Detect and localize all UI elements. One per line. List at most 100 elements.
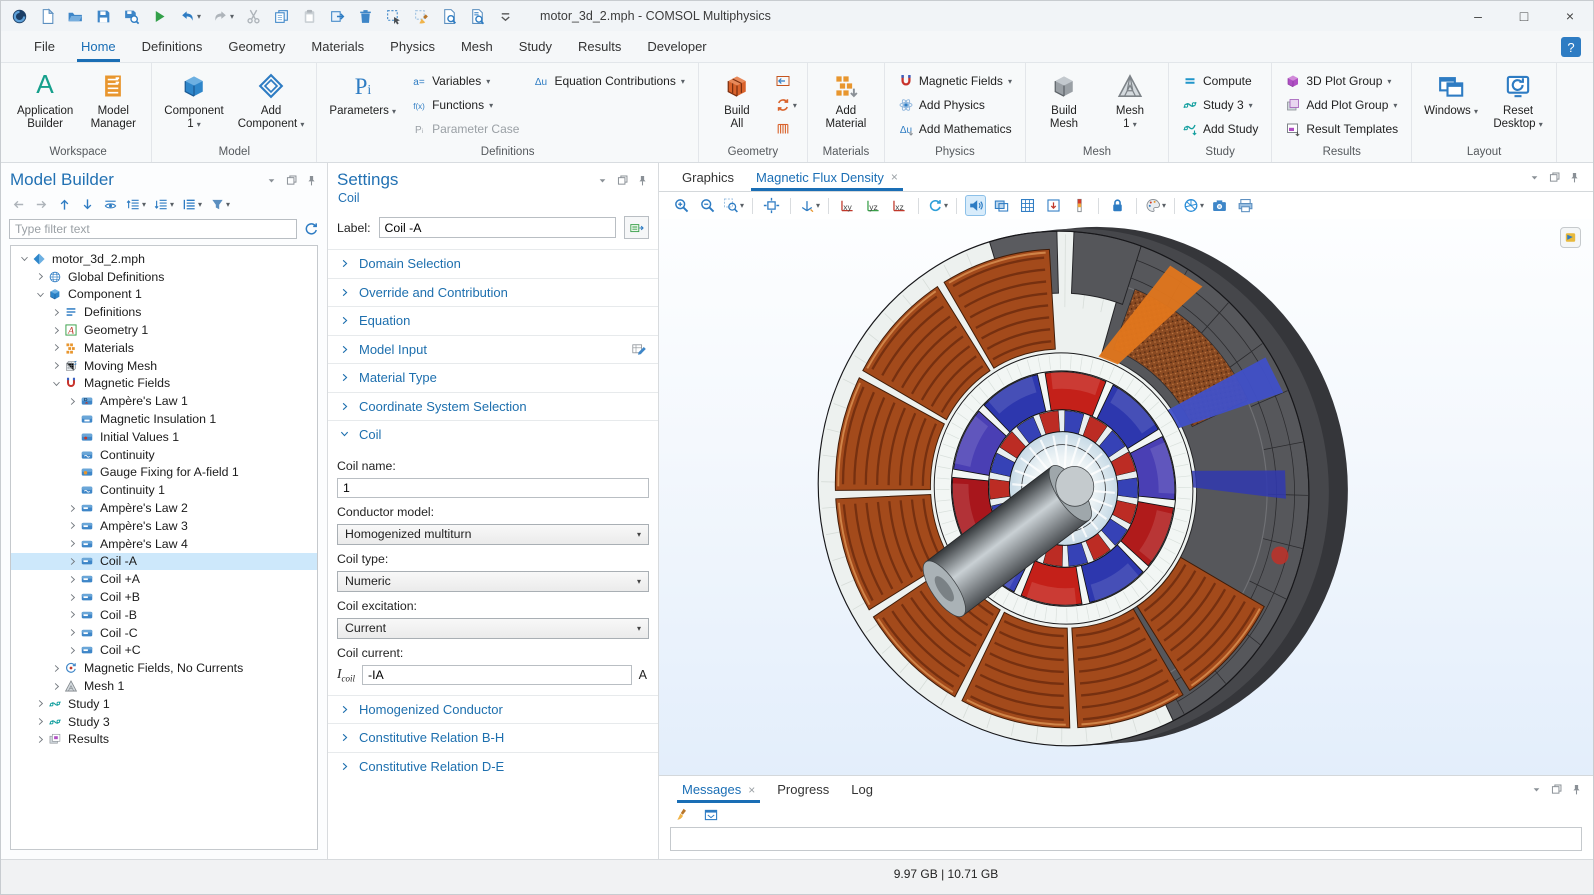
graphics-tab-magnetic-flux-density[interactable]: Magnetic Flux Density× [745, 163, 909, 191]
zoom-out-icon[interactable] [697, 195, 718, 216]
tree-item-study-3[interactable]: Study 3 [11, 713, 317, 731]
panel-menu-icon[interactable] [596, 174, 609, 187]
chevron-right-icon[interactable] [33, 732, 47, 746]
show-icon[interactable] [101, 196, 120, 213]
menu-tab-file[interactable]: File [21, 31, 68, 62]
chevron-right-icon[interactable] [49, 661, 63, 675]
ribbon-button-compute[interactable]: Compute [1176, 69, 1264, 93]
close-icon[interactable]: × [891, 170, 898, 184]
run-icon[interactable] [151, 8, 168, 25]
view-yz-icon[interactable]: yz [863, 195, 884, 216]
panel-pin-icon[interactable] [1570, 783, 1583, 796]
tree-item-motor-3d-2-mph[interactable]: motor_3d_2.mph [11, 250, 317, 268]
expand-all-icon[interactable]: ▾ [124, 196, 148, 213]
geometry-rebuild-icon[interactable]: ▾ [772, 93, 800, 117]
new-file-icon[interactable] [39, 8, 56, 25]
scene-light-icon[interactable] [965, 195, 986, 216]
move-up-icon[interactable] [55, 196, 74, 213]
clear-messages-icon[interactable] [672, 806, 692, 824]
geometry-insert-icon[interactable] [772, 69, 800, 93]
tree-item-global-definitions[interactable]: Global Definitions [11, 268, 317, 286]
section-coordinate-system-selection[interactable]: Coordinate System Selection [328, 392, 658, 421]
tree-item-amp-re-s-law-3[interactable]: Ampère's Law 3 [11, 517, 317, 535]
section-homogenized-conductor[interactable]: Homogenized Conductor [328, 695, 658, 724]
menu-tab-materials[interactable]: Materials [298, 31, 377, 62]
ribbon-button-windows[interactable]: Windows ▾ [1419, 67, 1483, 118]
menu-tab-home[interactable]: Home [68, 31, 129, 62]
ribbon-button-model-manager[interactable]: ModelManager [82, 67, 144, 131]
menu-tab-geometry[interactable]: Geometry [215, 31, 298, 62]
undo-icon[interactable]: ▾ [179, 8, 201, 25]
coil-name-input[interactable] [337, 478, 649, 498]
coil-current-input[interactable] [362, 665, 632, 685]
go-to-view-icon[interactable]: ▾ [799, 195, 820, 216]
ribbon-button-result-templates[interactable]: Result Templates [1279, 117, 1404, 141]
section-domain-selection[interactable]: Domain Selection [328, 249, 658, 278]
find-replace-icon[interactable] [469, 8, 486, 25]
panel-pin-icon[interactable] [1568, 171, 1581, 184]
close-icon[interactable]: × [748, 783, 755, 797]
chevron-down-icon[interactable] [49, 376, 63, 390]
tree-item-amp-re-s-law-4[interactable]: Ampère's Law 4 [11, 535, 317, 553]
select-box-icon[interactable] [385, 8, 402, 25]
tree-item-magnetic-fields-no-currents[interactable]: Magnetic Fields, No Currents [11, 659, 317, 677]
chevron-right-icon[interactable] [65, 554, 79, 568]
close-icon[interactable]: × [1547, 1, 1593, 31]
collapse-all-icon[interactable]: ▾ [152, 196, 176, 213]
more-commands-icon[interactable] [497, 8, 514, 25]
save-find-icon[interactable] [123, 8, 140, 25]
refresh-icon[interactable] [303, 221, 319, 237]
message-window-icon[interactable] [701, 806, 721, 824]
tree-item-study-1[interactable]: Study 1 [11, 695, 317, 713]
ribbon-button-add-mathematics[interactable]: ΔuAdd Mathematics [892, 117, 1018, 141]
tree-item-magnetic-insulation-1[interactable]: Magnetic Insulation 1 [11, 410, 317, 428]
clear-selection-icon[interactable] [413, 8, 430, 25]
view-xz-icon[interactable]: xz [889, 195, 910, 216]
menu-tab-study[interactable]: Study [506, 31, 565, 62]
view-3d-icon[interactable] [1043, 195, 1064, 216]
chevron-right-icon[interactable] [65, 519, 79, 533]
tree-item-materials[interactable]: Materials [11, 339, 317, 357]
chevron-right-icon[interactable] [65, 608, 79, 622]
rename-button[interactable] [624, 216, 649, 239]
section-constitutive-relation-d-e[interactable]: Constitutive Relation D-E [328, 752, 658, 781]
panel-pin-icon[interactable] [305, 174, 318, 187]
chevron-right-icon[interactable] [65, 572, 79, 586]
tree-item-component-1[interactable]: Component 1 [11, 286, 317, 304]
menu-tab-developer[interactable]: Developer [634, 31, 719, 62]
tree-item-moving-mesh[interactable]: Moving Mesh [11, 357, 317, 375]
graphics-tab-graphics[interactable]: Graphics [671, 163, 745, 191]
snapshot-icon[interactable] [1209, 195, 1230, 216]
tree-item-coil-b[interactable]: Coil +B [11, 588, 317, 606]
tree-filter-input[interactable] [9, 219, 297, 239]
graphics-canvas[interactable] [659, 219, 1593, 775]
filter-icon[interactable]: ▾ [208, 196, 232, 213]
duplicate-icon[interactable] [329, 8, 346, 25]
palette-icon[interactable]: ▾ [1145, 195, 1166, 216]
menu-tab-definitions[interactable]: Definitions [129, 31, 216, 62]
chevron-right-icon[interactable] [65, 626, 79, 640]
messages-tab-log[interactable]: Log [840, 776, 884, 803]
delete-icon[interactable] [357, 8, 374, 25]
chevron-right-icon[interactable] [65, 394, 79, 408]
ribbon-button-component-1[interactable]: Component1 ▾ [159, 67, 228, 131]
zoom-extents-icon[interactable] [761, 195, 782, 216]
ribbon-button-magnetic-fields[interactable]: Magnetic Fields▾ [892, 69, 1018, 93]
ribbon-button-add-physics[interactable]: Add Physics [892, 93, 1018, 117]
ribbon-button-add-component[interactable]: AddComponent ▾ [233, 67, 310, 131]
chevron-right-icon[interactable] [33, 697, 47, 711]
tree-item-amp-re-s-law-1[interactable]: DAmpère's Law 1 [11, 392, 317, 410]
redo-icon[interactable]: ▾ [212, 8, 234, 25]
plot-context-icon[interactable] [1560, 227, 1581, 248]
ribbon-button-build-mesh[interactable]: BuildMesh [1033, 67, 1095, 131]
zoom-box-icon[interactable]: ▾ [723, 195, 744, 216]
chevron-right-icon[interactable] [65, 643, 79, 657]
tree-item-coil-a[interactable]: Coil +A [11, 570, 317, 588]
view-columns-icon[interactable]: ▾ [180, 196, 204, 213]
ribbon-button-add-study[interactable]: Add Study [1176, 117, 1264, 141]
aperture-icon[interactable]: ▾ [1183, 195, 1204, 216]
tree-item-coil-c[interactable]: Coil +C [11, 642, 317, 660]
open-icon[interactable] [67, 8, 84, 25]
lock-icon[interactable] [1107, 195, 1128, 216]
chevron-right-icon[interactable] [49, 341, 63, 355]
